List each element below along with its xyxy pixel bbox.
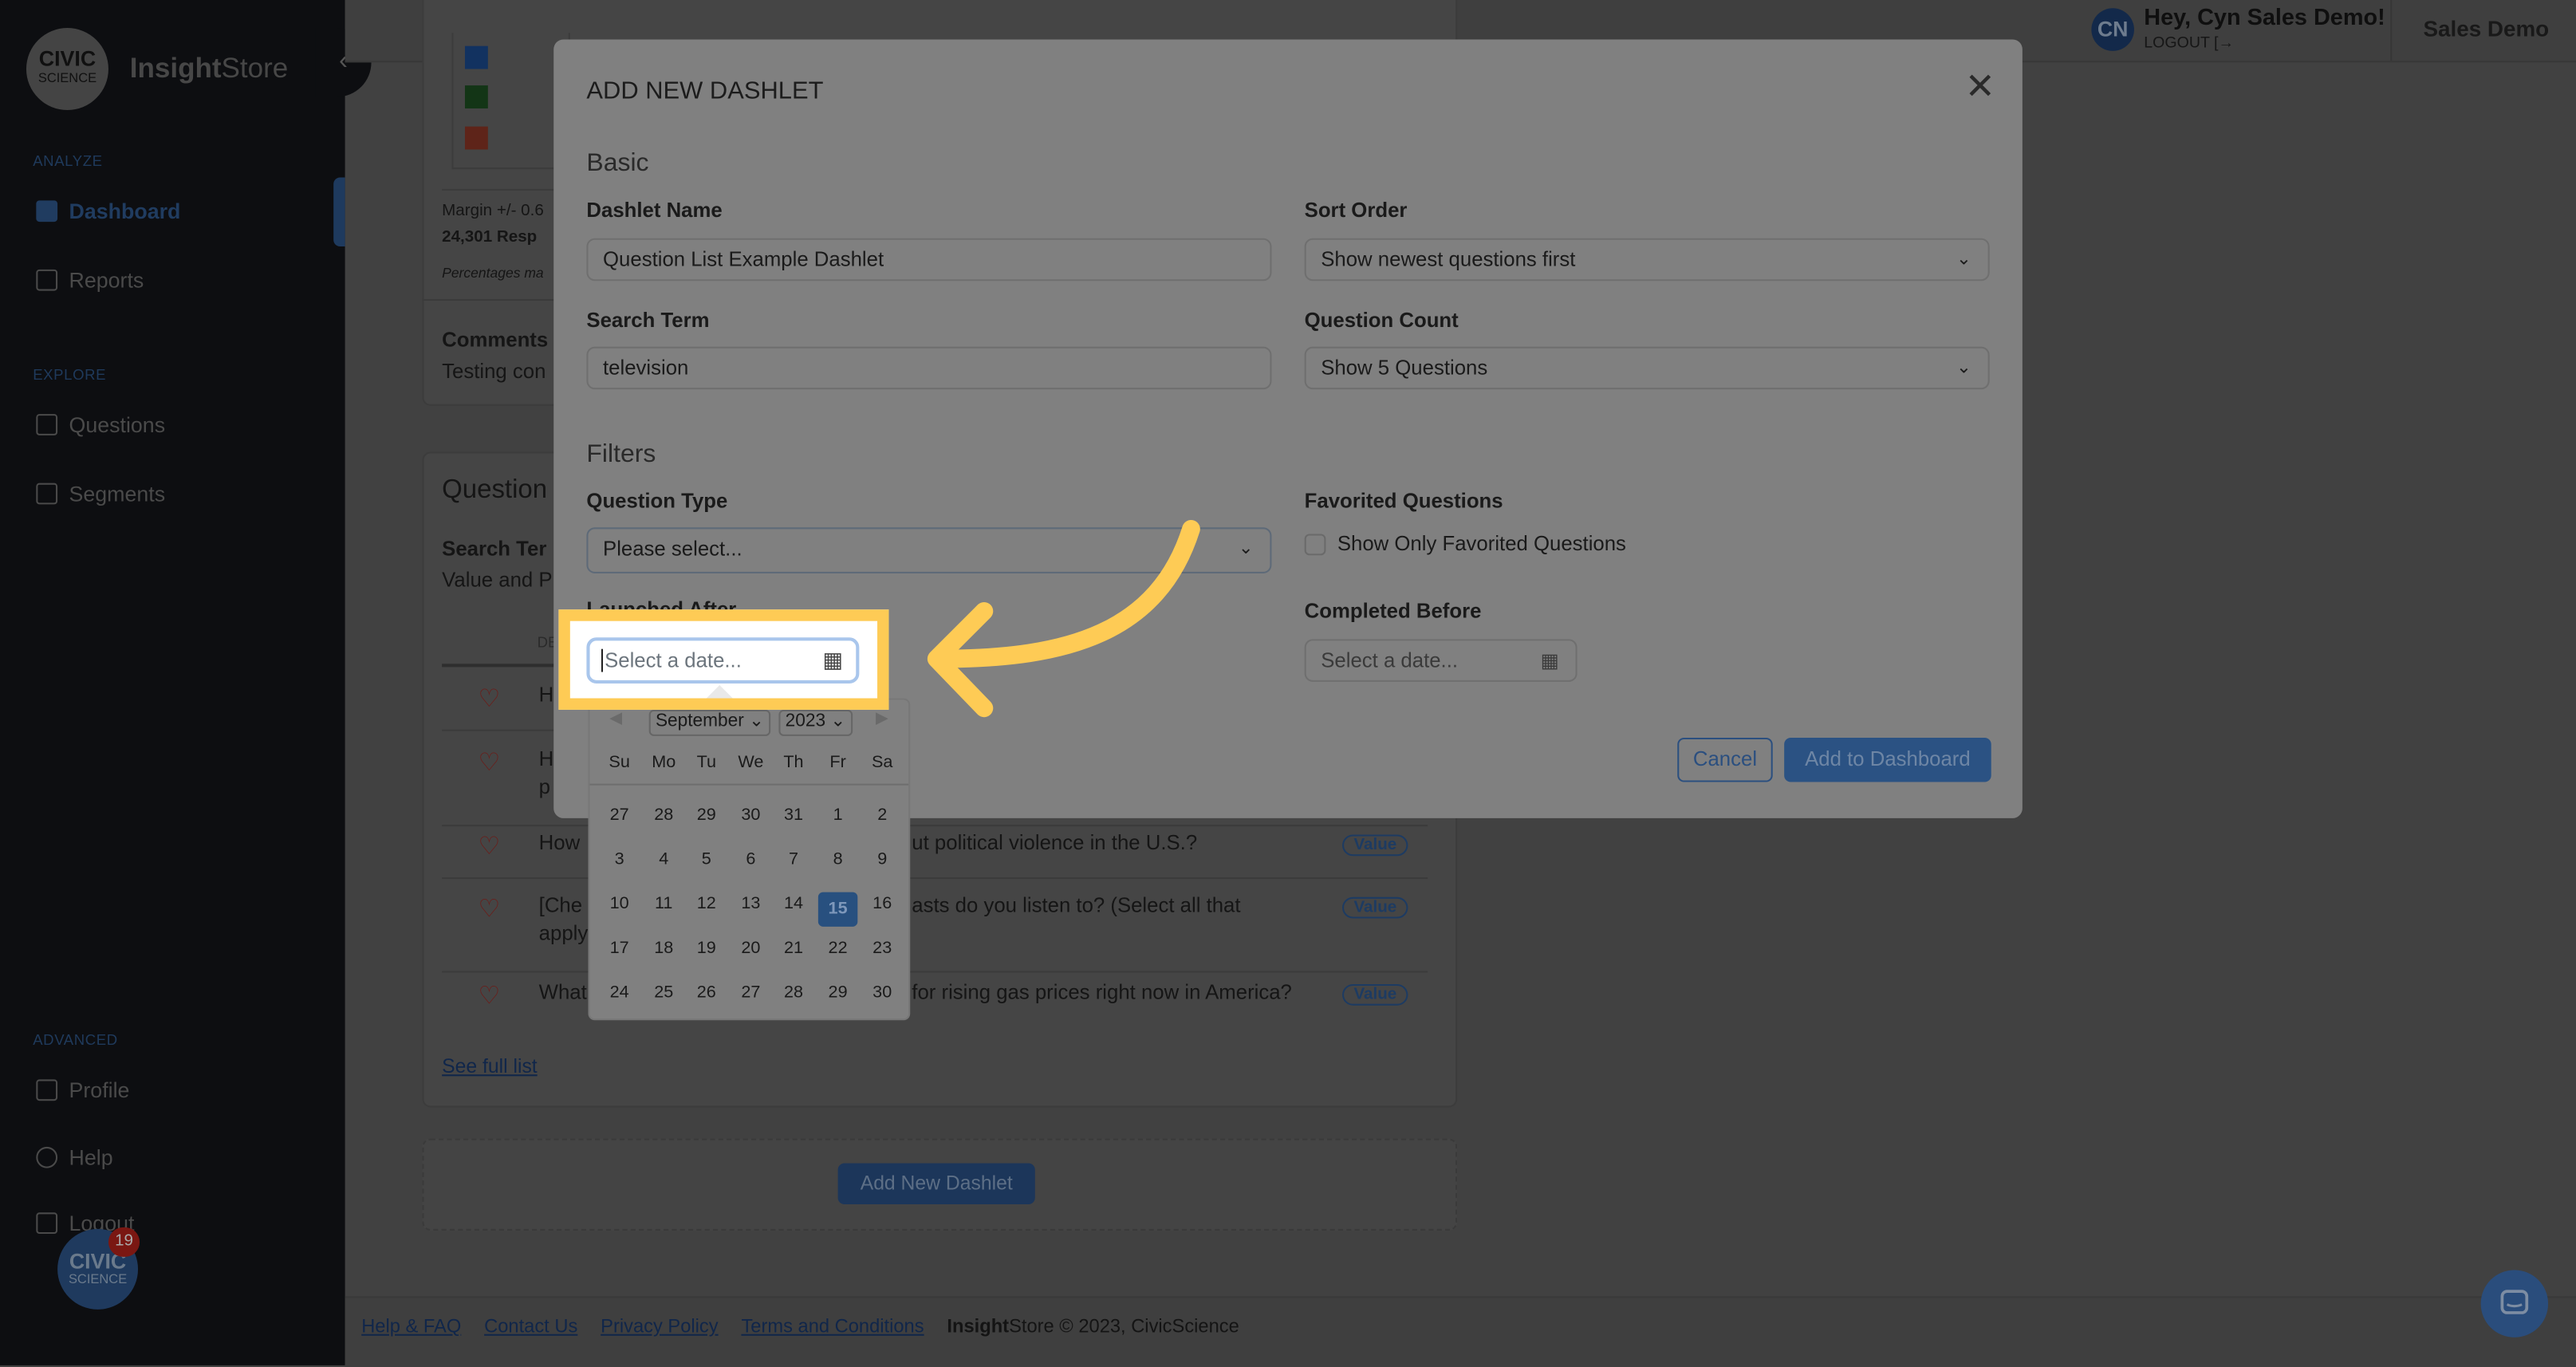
- tutorial-arrow-icon: [927, 519, 1200, 718]
- arrow-curve: [932, 519, 1200, 668]
